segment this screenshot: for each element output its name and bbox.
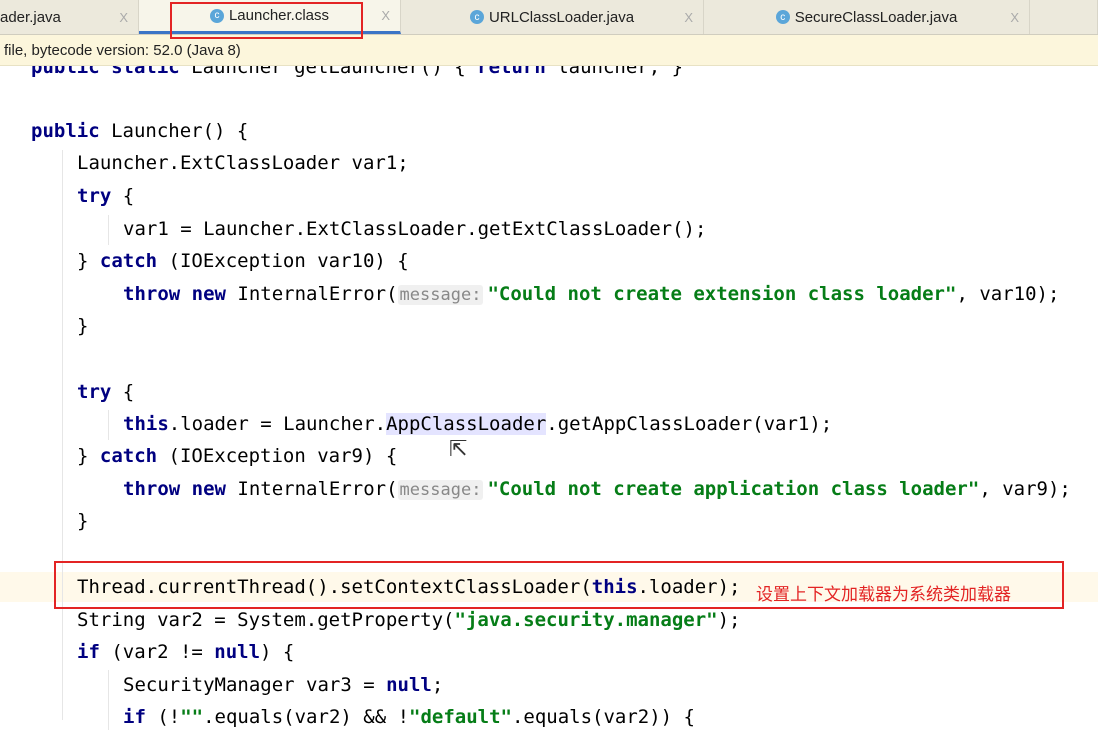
code-token: catch — [99, 250, 169, 272]
code-token: null — [214, 641, 261, 663]
code-token: throw new — [123, 478, 238, 500]
code-token: catch — [99, 445, 169, 467]
highlight-box-tab — [170, 2, 363, 39]
code-token: String var2 = System.getProperty( — [77, 609, 455, 631]
code-token: , var10); — [956, 283, 1060, 305]
editor-tab-bar: ader.java Xc Launcher.class Xc URLClassLoade… — [0, 0, 1098, 35]
indent-guide — [108, 215, 109, 245]
code-token: try — [77, 185, 123, 207]
indent-guide — [108, 670, 109, 730]
code-token: .equals(var2) && ! — [203, 706, 410, 728]
tab-label: ader.java — [0, 8, 61, 26]
code-line: String var2 = System.getProperty("java.s… — [77, 606, 741, 634]
code-token: null — [386, 674, 432, 696]
code-token: "java.security.manager" — [454, 609, 718, 631]
code-token: } — [77, 315, 89, 337]
code-token: (IOException var10) { — [168, 250, 409, 272]
code-token: try — [77, 381, 123, 403]
indent-guide — [108, 410, 109, 440]
code-token: Launcher.ExtClassLoader var1; — [77, 152, 409, 174]
code-token: var1 = Launcher.ExtClassLoader.getExtCla… — [123, 218, 707, 240]
code-line: } catch (IOException var10) { — [77, 247, 409, 275]
tab-label: URLClassLoader.java — [488, 8, 635, 26]
decompiled-notice-bar: file, bytecode version: 52.0 (Java 8) — [0, 35, 1098, 66]
code-line: if (!"".equals(var2) && !"default".equal… — [123, 703, 695, 731]
code-token: .equals(var2)) { — [511, 706, 695, 728]
code-token: "" — [180, 706, 204, 728]
close-tab-icon[interactable]: X — [1010, 10, 1019, 25]
code-token: if — [77, 641, 112, 663]
code-token: InternalError( — [237, 283, 398, 305]
code-token: (! — [157, 706, 181, 728]
code-line: throw new InternalError(message: "Could n… — [123, 280, 1059, 308]
code-token: SecurityManager var3 = — [123, 674, 387, 696]
close-tab-icon[interactable]: X — [684, 10, 693, 25]
indent-guide — [62, 150, 63, 720]
code-token: (IOException var9) { — [168, 445, 398, 467]
parameter-hint: message: — [397, 480, 484, 500]
close-tab-icon[interactable]: X — [381, 8, 390, 23]
code-line: if (var2 != null) { — [77, 638, 294, 666]
code-line: throw new InternalError(message: "Could n… — [123, 475, 1071, 503]
code-token: (var2 != — [111, 641, 215, 663]
class-icon: c — [469, 10, 484, 24]
tab-label: SecureClassLoader.java — [794, 8, 958, 26]
code-token: "default" — [409, 706, 512, 728]
code-token: "Could not create application class load… — [487, 478, 980, 500]
code-token: this — [123, 413, 169, 435]
code-token: ; — [431, 674, 444, 696]
code-line: } — [77, 507, 88, 535]
code-token: if — [123, 706, 158, 728]
code-line: this.loader = Launcher.AppClassLoader.ge… — [123, 410, 832, 438]
code-line: } — [77, 312, 88, 340]
code-editor[interactable]: public static Launcher getLauncher() { r… — [0, 0, 1098, 731]
code-token: } — [77, 510, 89, 532]
code-token: Launcher() { — [111, 120, 249, 142]
code-line: Launcher.ExtClassLoader var1; — [77, 149, 409, 177]
parameter-hint: message: — [397, 285, 484, 305]
annotation-text: 设置上下文加载器为系统类加载器 — [756, 585, 1011, 605]
code-token: } — [77, 445, 100, 467]
mouse-pointer-icon: ⇱ — [449, 436, 468, 461]
code-token: "Could not create extension class loader… — [487, 283, 957, 305]
code-line: try { — [77, 378, 134, 406]
code-token: } — [77, 250, 100, 272]
code-token: ); — [717, 609, 741, 631]
code-token: AppClassLoader — [386, 413, 547, 435]
tab-urlclassloader-java[interactable]: c URLClassLoader.java X — [401, 0, 704, 34]
code-token: public — [31, 120, 112, 142]
code-line: public Launcher() { — [31, 117, 248, 145]
tab-overflow[interactable] — [1030, 0, 1098, 34]
code-line: } catch (IOException var9) { — [77, 442, 397, 470]
tab-ader-java[interactable]: ader.java X — [0, 0, 139, 34]
code-token: ) { — [260, 641, 295, 663]
close-tab-icon[interactable]: X — [119, 10, 128, 25]
code-token: { — [122, 185, 135, 207]
code-token: .loader = Launcher. — [168, 413, 387, 435]
code-token: , var9); — [979, 478, 1071, 500]
class-icon: c — [775, 10, 790, 24]
code-line: SecurityManager var3 = null; — [123, 671, 443, 699]
code-line: var1 = Launcher.ExtClassLoader.getExtCla… — [123, 215, 706, 243]
code-token: InternalError( — [237, 478, 398, 500]
code-token: .getAppClassLoader(var1); — [546, 413, 833, 435]
code-token: throw new — [123, 283, 238, 305]
code-token: { — [122, 381, 135, 403]
code-line: try { — [77, 182, 134, 210]
notice-text: file, bytecode version: 52.0 (Java 8) — [4, 41, 241, 59]
tab-secureclassloader-java[interactable]: c SecureClassLoader.java X — [704, 0, 1030, 34]
